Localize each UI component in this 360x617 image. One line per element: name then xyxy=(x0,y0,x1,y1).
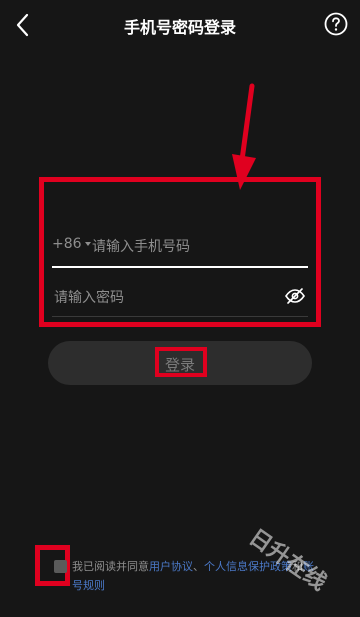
login-button-label: 登录 xyxy=(164,356,195,374)
page-title: 手机号密码登录 xyxy=(123,18,236,37)
phone-field: +86 xyxy=(52,230,308,268)
login-button[interactable]: 登录 xyxy=(48,341,312,385)
user-agreement-link[interactable]: 用户协议 xyxy=(149,560,193,573)
agreement-prefix: 我已阅读并同意 xyxy=(72,560,149,573)
agreement-checkbox[interactable] xyxy=(54,560,67,573)
password-field xyxy=(52,282,308,317)
phone-input[interactable] xyxy=(90,232,304,262)
country-code: +86 xyxy=(52,236,82,252)
agreement-separator: 、 xyxy=(193,560,204,573)
password-input[interactable] xyxy=(52,284,271,312)
header: 手机号密码登录 xyxy=(0,0,360,50)
eye-off-icon[interactable] xyxy=(284,287,306,305)
help-icon[interactable] xyxy=(324,12,348,36)
country-code-selector[interactable]: +86 xyxy=(52,236,91,252)
